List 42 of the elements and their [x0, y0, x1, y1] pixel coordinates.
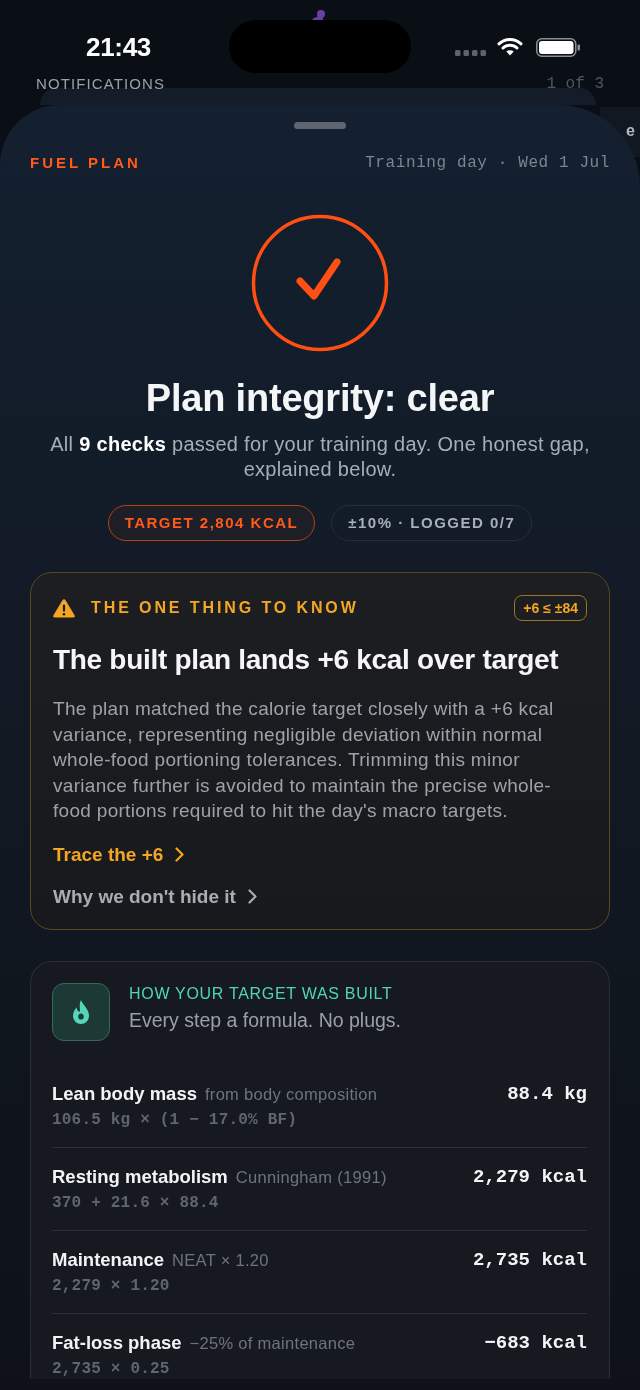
chevron-right-icon [247, 889, 257, 904]
sheet-handle[interactable] [294, 122, 346, 129]
step-note: from body composition [204, 1083, 378, 1105]
notifications-label: NOTIFICATIONS [36, 74, 166, 94]
chevron-right-icon [175, 847, 185, 862]
trace-link[interactable]: Trace the +6 [53, 843, 185, 866]
step-note: Cunningham (1991) [235, 1166, 387, 1188]
wifi-icon [497, 37, 523, 56]
flame-icon [52, 982, 110, 1041]
step-formula: 106.5 kg × (1 − 17.0% BF) [52, 1109, 299, 1130]
step-note: −25% of maintenance [189, 1332, 356, 1354]
clock-time: 21:43 [86, 31, 151, 63]
alert-eyebrow: THE ONE THING TO KNOW [91, 598, 359, 618]
step-value: 2,735 kcal [472, 1248, 587, 1271]
step-formula: 2,735 × 0.25 [52, 1358, 171, 1379]
step-note: NEAT × 1.20 [172, 1249, 269, 1271]
status-summary: All 9 checks passed for your training day. One honest gap, explained below. [49, 432, 591, 482]
step-label: Resting metabolism [52, 1165, 228, 1188]
day-label: Training day · Wed 1 Jul [365, 153, 610, 173]
explanation-link[interactable]: Why we don't hide it [53, 885, 257, 908]
battery-icon [536, 38, 581, 57]
page-counter: 1 of 3 [546, 74, 604, 94]
step-label: Fat-loss phase [52, 1331, 182, 1354]
section-label: FUEL PLAN [30, 153, 141, 173]
step-value: −683 kcal [484, 1331, 587, 1354]
card-text-fragment: e [626, 122, 636, 140]
tolerance-badge: +6 ≤ ±84 [514, 595, 587, 621]
step-formula: 2,279 × 1.20 [52, 1275, 171, 1296]
alert-title: The built plan lands +6 kcal over target [53, 643, 560, 677]
step-formula: 370 + 21.6 × 88.4 [52, 1192, 220, 1213]
step-label: Maintenance [52, 1248, 165, 1271]
build-subtitle: Every step a formula. No plugs. [129, 1007, 402, 1032]
build-eyebrow: HOW YOUR TARGET WAS BUILT [129, 983, 394, 1004]
signal-icon [455, 50, 487, 56]
warning-icon [53, 598, 75, 618]
target-chip: TARGET 2,804 KCAL [107, 505, 316, 541]
check-circle-icon [251, 214, 389, 352]
step-value: 2,279 kcal [472, 1165, 587, 1188]
status-title: Plan integrity: clear [144, 377, 496, 419]
step-value: 88.4 kg [507, 1082, 587, 1105]
alert-body: The plan matched the calorie target closely with a +6 kcal variance, representing negligible deviation within normal whole-food portioning tolerances. Trimming this minor variance further is avoided to maintain the precise whole-food portions required to hit the day's macro targets. [53, 697, 555, 823]
step-label: Lean body mass [52, 1082, 197, 1105]
